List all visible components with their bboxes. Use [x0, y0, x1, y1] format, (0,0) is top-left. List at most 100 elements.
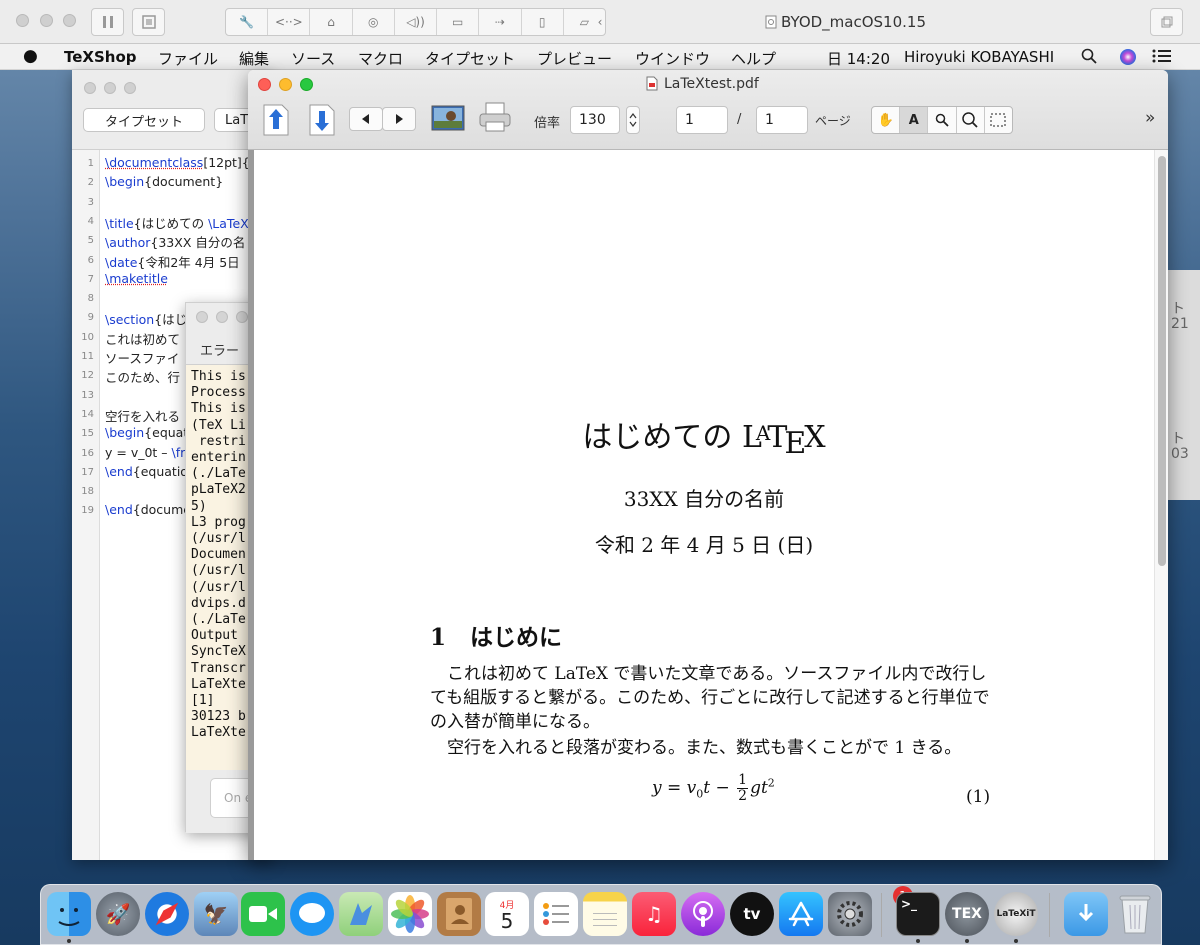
vm-close-button[interactable]: [16, 14, 29, 27]
pdf-minimize-button[interactable]: [279, 78, 292, 91]
console-minimize-button[interactable]: [216, 311, 228, 323]
zoom-stepper[interactable]: [626, 106, 640, 134]
trash-icon[interactable]: [1113, 892, 1157, 936]
finder-icon[interactable]: [47, 892, 91, 936]
spotlight-search-icon[interactable]: [1081, 48, 1097, 68]
select-area-icon[interactable]: [985, 107, 1012, 133]
menu-clock[interactable]: 日 14:20: [827, 48, 890, 69]
zoom-input[interactable]: 130: [570, 106, 620, 134]
code-text: \date{令和2年 4月 5日: [105, 252, 240, 271]
menu-help[interactable]: ヘルプ: [731, 48, 776, 69]
menu-typeset[interactable]: タイプセット: [425, 48, 515, 69]
pause-icon[interactable]: [91, 8, 124, 36]
phone-icon[interactable]: ▯: [522, 9, 564, 35]
photo-preview-icon[interactable]: [431, 103, 465, 133]
hand-tool-icon[interactable]: ✋: [872, 107, 901, 133]
menu-app-name[interactable]: TeXShop: [64, 48, 137, 66]
snapshot-icon[interactable]: [132, 8, 165, 36]
apple-menu-icon[interactable]: ●: [23, 46, 38, 66]
control-list-icon[interactable]: [1152, 48, 1172, 68]
camera-icon[interactable]: ◎: [353, 9, 395, 35]
menu-macro[interactable]: マクロ: [358, 48, 403, 69]
code-line[interactable]: 7 \maketitle: [72, 271, 272, 289]
siri-icon[interactable]: [1119, 48, 1137, 70]
editor-zoom-button[interactable]: [124, 82, 136, 94]
pdf-zoom-button[interactable]: [300, 78, 313, 91]
latexit-icon[interactable]: LaTeXiT: [994, 892, 1038, 936]
magnify-large-icon[interactable]: [957, 107, 985, 133]
side-text-1: ト: [1171, 301, 1185, 317]
photos-icon[interactable]: [388, 892, 432, 936]
code-line[interactable]: 6 \date{令和2年 4月 5日: [72, 252, 272, 270]
vm-zoom-button[interactable]: [63, 14, 76, 27]
current-page-input[interactable]: 1: [676, 106, 728, 134]
next-page-button[interactable]: [382, 107, 416, 131]
fullscreen-icon[interactable]: [1150, 8, 1183, 36]
contacts-icon[interactable]: [437, 892, 481, 936]
usb-icon[interactable]: ⇢: [479, 9, 522, 35]
line-number: 10: [81, 331, 94, 343]
podcasts-icon[interactable]: [681, 892, 725, 936]
calendar-icon[interactable]: 4月 5: [485, 892, 529, 936]
code-line[interactable]: 1 \documentclass[12pt]{j: [72, 155, 272, 173]
music-icon[interactable]: ♫: [632, 892, 676, 936]
system-preferences-icon[interactable]: [828, 892, 872, 936]
vm-title-text: BYOD_macOS10.15: [781, 13, 926, 31]
maps-icon[interactable]: [339, 892, 383, 936]
line-number: 18: [81, 486, 94, 498]
video-icon[interactable]: ▭: [437, 9, 480, 35]
pdf-scroll-thumb[interactable]: [1158, 156, 1166, 566]
code-line[interactable]: 5 \author{33XX 自分の名: [72, 232, 272, 250]
code-line[interactable]: 4 \title{はじめての \LaTeX: [72, 213, 272, 231]
arrow-down-icon[interactable]: [308, 101, 336, 137]
settings-wrench-icon[interactable]: 🔧: [226, 9, 269, 35]
equation-lhs: y = v: [652, 778, 697, 798]
code-line[interactable]: 2 \begin{document}: [72, 174, 272, 192]
latexit-running-dot: [1014, 939, 1018, 943]
texshop-icon[interactable]: TEX: [945, 892, 989, 936]
print-icon[interactable]: [478, 100, 512, 134]
menu-user[interactable]: Hiroyuki KOBAYASHI: [904, 48, 1054, 66]
previous-page-button[interactable]: [349, 107, 383, 131]
console-close-button[interactable]: [196, 311, 208, 323]
drive-icon[interactable]: ⌂: [310, 9, 353, 35]
launchpad-icon[interactable]: 🚀: [96, 892, 140, 936]
latex-command: \section: [105, 312, 155, 328]
menu-file[interactable]: ファイル: [158, 48, 218, 69]
notes-icon[interactable]: [583, 892, 627, 936]
console-zoom-button[interactable]: [236, 311, 248, 323]
menu-source[interactable]: ソース: [291, 48, 335, 69]
app-store-icon[interactable]: [779, 892, 823, 936]
mail-eagle-icon[interactable]: 🦅: [194, 892, 238, 936]
menu-preview[interactable]: プレビュー: [537, 48, 612, 69]
editor-close-button[interactable]: [84, 82, 96, 94]
facetime-icon[interactable]: [241, 892, 285, 936]
background-window-edge[interactable]: ト 21 ト 03: [1168, 270, 1200, 500]
speaker-icon[interactable]: ◁)): [395, 9, 438, 35]
vm-minimize-button[interactable]: [40, 14, 53, 27]
pdf-page[interactable]: はじめての LATEX 33XX 自分の名前 令和 2 年 4 月 5 日 (日…: [254, 150, 1154, 860]
reminders-icon[interactable]: [534, 892, 578, 936]
arrow-left-icon[interactable]: ‹: [593, 8, 607, 36]
terminal-icon[interactable]: >_: [896, 892, 940, 936]
menu-edit[interactable]: 編集: [239, 48, 269, 69]
code-icon[interactable]: <··>: [268, 9, 311, 35]
console-error-tab[interactable]: エラー: [200, 340, 239, 359]
messages-icon[interactable]: [290, 892, 334, 936]
page-label: ページ: [815, 114, 851, 128]
pdf-scrollbar[interactable]: [1154, 150, 1168, 860]
magnify-small-icon[interactable]: [928, 107, 957, 133]
toolbar-overflow-button[interactable]: »: [1145, 108, 1155, 128]
typeset-button[interactable]: タイプセット: [83, 108, 205, 132]
safari-icon[interactable]: [145, 892, 189, 936]
downloads-icon[interactable]: [1064, 892, 1108, 936]
side-text-2: 21: [1171, 316, 1189, 332]
arrow-up-icon[interactable]: [262, 101, 290, 137]
text-select-tool[interactable]: A: [900, 107, 929, 133]
editor-minimize-button[interactable]: [104, 82, 116, 94]
pdf-close-button[interactable]: [258, 78, 271, 91]
apple-tv-icon[interactable]: tv: [730, 892, 774, 936]
code-line[interactable]: 3: [72, 194, 272, 212]
section-number: 1: [430, 624, 447, 651]
menu-window[interactable]: ウインドウ: [635, 48, 710, 69]
